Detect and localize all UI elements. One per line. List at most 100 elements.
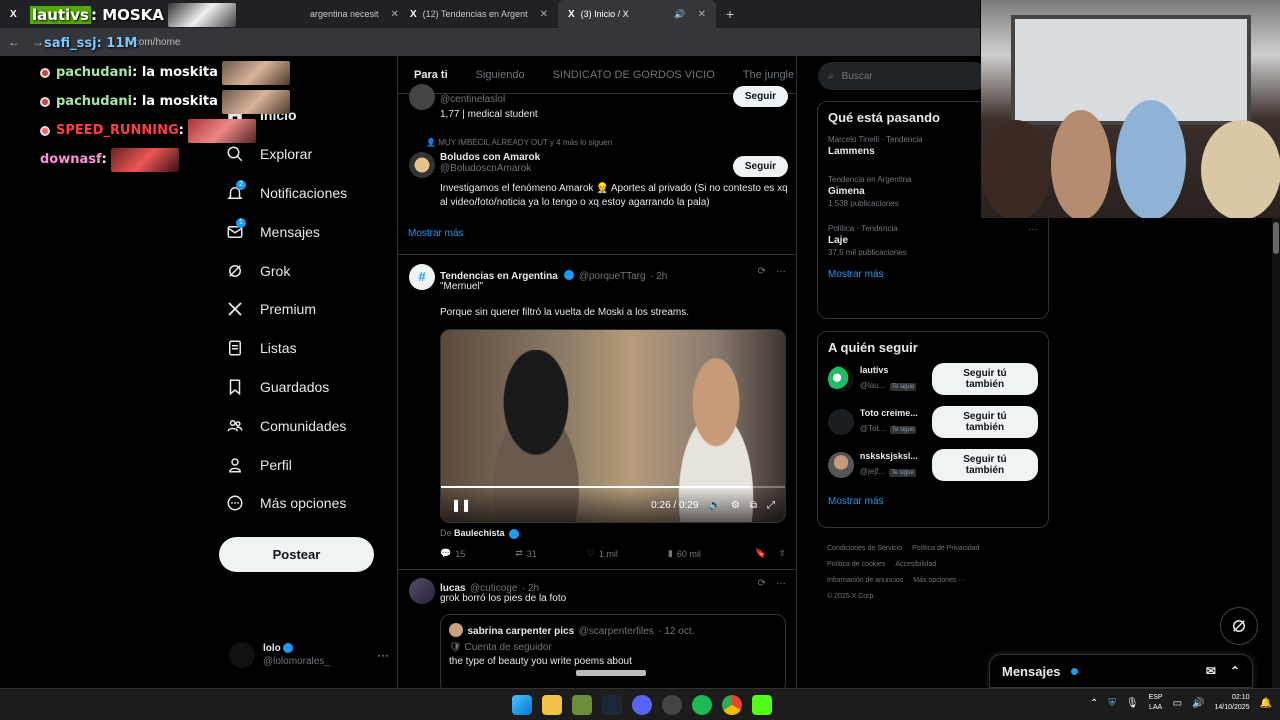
search-input[interactable]: ⌕ Buscar — [818, 62, 988, 90]
like-button[interactable]: ♡ 1 mil — [587, 548, 618, 559]
nav-item-listas[interactable]: Listas — [218, 329, 398, 368]
reply-button[interactable]: 💬 15 — [440, 548, 465, 559]
speaker-icon[interactable]: 🔊 — [674, 9, 685, 20]
chat-line: lautivs : MOSKA — [30, 0, 300, 29]
bookmark-icon[interactable]: 🔖 — [755, 548, 766, 559]
post-button[interactable]: Postear — [219, 537, 374, 572]
account-switcher[interactable]: lolo @lolomorales_ ··· — [229, 642, 389, 668]
views-button[interactable]: ▮ 60 mil — [668, 548, 701, 559]
messages-dock[interactable]: Mensajes ✉ ⌃ — [989, 654, 1253, 688]
app-icon[interactable] — [662, 695, 682, 715]
follow-back-button[interactable]: Seguir tú también — [931, 448, 1038, 481]
browser-tab[interactable]: X (12) Tendencias en Argentina e ✕ — [400, 0, 558, 28]
grok-icon[interactable]: ⟳ — [758, 578, 766, 589]
nav-item-notificaciones[interactable]: 2 Notificaciones — [218, 174, 398, 213]
grok-floating-button[interactable] — [1220, 607, 1258, 645]
nav-item-comunidades[interactable]: Comunidades — [218, 406, 398, 445]
nav-item-guardados[interactable]: Guardados — [218, 368, 398, 407]
footer-link[interactable]: Condiciones de Servicio — [827, 545, 902, 552]
follows-you-badge: Te sigue — [889, 382, 917, 391]
steam-icon[interactable] — [602, 695, 622, 715]
social-context: 👤 MUY IMBÉCIL ALREADY OUT y 4 más lo sig… — [426, 138, 613, 147]
nav-item-mensajes[interactable]: 1 Mensajes — [218, 212, 398, 251]
quoted-tweet[interactable]: sabrina carpenter pics @scarpenterfiles … — [440, 614, 786, 688]
follow-back-button[interactable]: Seguir tú también — [931, 362, 1038, 395]
show-more-link[interactable]: Mostrar más — [828, 269, 1038, 280]
close-icon[interactable]: ✕ — [540, 9, 548, 20]
more-icon[interactable]: ··· — [1028, 224, 1038, 235]
grok-icon — [1233, 620, 1245, 632]
tab-the-jungle[interactable]: The jungle — [743, 69, 794, 81]
windows-start-icon[interactable] — [512, 695, 532, 715]
notification-icon[interactable]: 🔔 — [1260, 698, 1272, 709]
new-message-icon[interactable]: ✉ — [1206, 664, 1216, 678]
chrome-icon[interactable] — [722, 695, 742, 715]
discord-icon[interactable] — [632, 695, 652, 715]
volume-icon[interactable]: 🔊 — [1192, 698, 1204, 709]
more-icon[interactable]: ··· — [776, 266, 786, 277]
mic-icon[interactable]: 🎙 — [1126, 698, 1139, 709]
fullscreen-icon[interactable]: ⤢ — [767, 500, 775, 511]
tweet[interactable]: lucas @cuticoge · 2h ⟳ ··· grok borró lo… — [398, 570, 796, 688]
follow-suggestion-item[interactable]: lautivs @lau... Te sigue Seguir tú tambi… — [828, 357, 1038, 400]
chat-emote — [221, 89, 290, 114]
more-icon[interactable]: ··· — [776, 578, 786, 589]
nav-label: Premium — [260, 301, 317, 318]
clock[interactable]: 02:10 14/10/2025 — [1215, 693, 1250, 713]
source-name[interactable]: Baulechista — [454, 528, 505, 538]
close-icon[interactable]: ✕ — [391, 9, 399, 20]
follow-button[interactable]: Seguir — [732, 86, 788, 107]
trend-item[interactable]: Política · Tendencia Laje 37,5 mil publi… — [828, 224, 1038, 257]
shield-icon[interactable]: ⛨ — [1108, 698, 1116, 709]
nav-item-grok[interactable]: Grok — [218, 251, 398, 290]
browser-tab-active[interactable]: X (3) Inicio / X 🔊 ✕ — [558, 0, 716, 28]
new-tab-button[interactable]: + — [716, 6, 744, 22]
nav-item-perfil[interactable]: Perfil — [218, 445, 398, 484]
show-more-link[interactable]: Mostrar más — [408, 228, 464, 239]
follow-suggestion: @centinelaslol 1,77 | medical student Se… — [398, 84, 796, 128]
volume-icon[interactable]: 🔊 — [708, 500, 720, 511]
grok-icon[interactable]: ⟳ — [758, 266, 766, 277]
tab-siguiendo[interactable]: Siguiendo — [476, 69, 525, 81]
tab-sindicato[interactable]: SINDICATO DE GORDOS VICIO — [553, 69, 715, 81]
close-icon[interactable]: ✕ — [698, 9, 706, 20]
footer-link[interactable]: Más opciones ··· — [913, 577, 965, 584]
share-icon[interactable]: ⇪ — [778, 548, 786, 559]
chat-message: la moskita — [141, 94, 218, 109]
repost-button[interactable]: ⇄ 31 — [515, 548, 537, 559]
footer-link[interactable]: Información de anuncios — [827, 577, 903, 584]
avatar — [828, 451, 854, 478]
forward-icon[interactable]: → — [32, 35, 44, 49]
language-indicator[interactable]: ESP LAA — [1149, 693, 1163, 713]
follow-suggestion-item[interactable]: Toto creime... @Tot... Te sigue Seguir t… — [828, 400, 1038, 443]
tab-label: (3) Inicio / X — [580, 9, 629, 19]
video-player[interactable]: ❚❚ 0:26 / 0:29 🔊 ⚙ ⧉ ⤢ — [440, 329, 786, 523]
pause-icon[interactable]: ❚❚ — [451, 498, 471, 512]
footer-link[interactable]: Política de Privacidad — [912, 545, 979, 552]
expand-icon[interactable]: ⌃ — [1230, 664, 1240, 678]
nav-item-mas-opciones[interactable]: Más opciones — [218, 484, 398, 523]
more-icon[interactable]: ··· — [377, 648, 389, 662]
tweet[interactable]: # Tendencias en Argentina @porqueTTarg ·… — [398, 254, 796, 570]
nav-item-premium[interactable]: Premium — [218, 290, 398, 329]
network-icon[interactable]: ▭ — [1173, 698, 1182, 709]
back-icon[interactable]: ← — [8, 35, 20, 49]
kick-icon[interactable] — [752, 695, 772, 715]
footer-link[interactable]: Accesibilidad — [895, 561, 936, 568]
footer-link[interactable]: Política de cookies — [827, 561, 885, 568]
app-icon[interactable] — [572, 695, 592, 715]
show-more-link[interactable]: Mostrar más — [828, 496, 1038, 507]
spotify-icon[interactable] — [692, 695, 712, 715]
chevron-up-icon[interactable]: ⌃ — [1090, 698, 1098, 709]
follow-button[interactable]: Seguir — [732, 156, 788, 177]
follow-suggestion-item[interactable]: nsksksjsksl... @jejf... Te sigue Seguir … — [828, 443, 1038, 486]
follow-back-button[interactable]: Seguir tú también — [931, 405, 1038, 438]
tweet-actions: 💬 15 ⇄ 31 ♡ 1 mil ▮ 60 mil 🔖 ⇪ — [440, 548, 786, 559]
tab-para-ti[interactable]: Para ti — [414, 69, 448, 81]
settings-icon[interactable]: ⚙ — [731, 500, 740, 511]
dock-icon[interactable]: ⧉ — [750, 500, 757, 511]
bookmark-icon — [229, 379, 241, 396]
page-scrollbar[interactable] — [1272, 218, 1280, 688]
file-explorer-icon[interactable] — [542, 695, 562, 715]
x-logo-icon — [228, 302, 242, 317]
